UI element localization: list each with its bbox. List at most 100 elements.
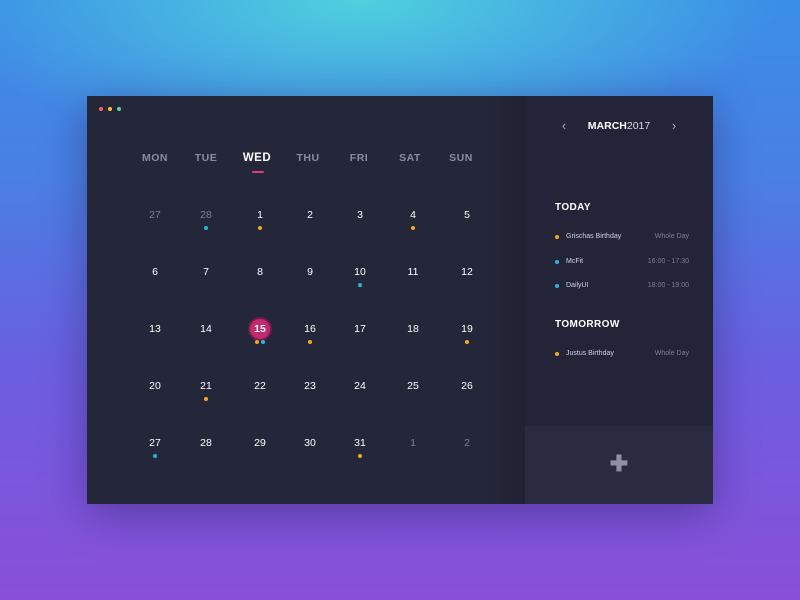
day-cell[interactable]: 27 (130, 429, 180, 459)
day-number: 22 (254, 380, 266, 392)
weekday-tue: TUE (194, 152, 218, 164)
day-cell[interactable]: 10 (335, 258, 385, 288)
day-number: 26 (461, 380, 473, 392)
orange-event-dot (308, 340, 312, 344)
day-cell[interactable]: 23 (285, 372, 335, 402)
day-cell[interactable]: 8 (235, 258, 285, 288)
day-number: 19 (461, 323, 473, 335)
day-number: 10 (354, 266, 366, 278)
day-number: 1 (410, 437, 416, 449)
day-number: 16 (304, 323, 316, 335)
day-cell[interactable]: 25 (388, 372, 438, 402)
day-cell[interactable]: 22 (235, 372, 285, 402)
tomorrow-section-title: TOMORROW (555, 319, 620, 330)
day-cell[interactable]: 6 (130, 258, 180, 288)
day-number: 2 (307, 209, 313, 221)
day-cell[interactable]: 7 (181, 258, 231, 288)
day-number: 7 (203, 266, 209, 278)
day-number: 27 (149, 437, 161, 449)
event-indicators (235, 340, 285, 344)
day-cell[interactable]: 16 (285, 315, 335, 345)
event-time: Whole Day (654, 350, 689, 357)
day-cell[interactable]: 11 (388, 258, 438, 288)
event-indicators (181, 397, 231, 401)
event-name: Justus Birthday (566, 350, 614, 357)
event-indicators (335, 454, 385, 458)
event-name: Grischas Birthday (566, 233, 622, 240)
day-cell[interactable]: 27 (130, 201, 180, 231)
day-number: 6 (152, 266, 158, 278)
orange-event-dot (204, 397, 208, 401)
month-grid-panel: MON TUE WED THU FRI SAT SUN 27 28 1 2 3 4 5 6 7 8 9 10 11 1… (87, 96, 525, 504)
day-cell[interactable]: 1 (388, 429, 438, 459)
day-cell[interactable]: 30 (285, 429, 335, 459)
month-navigation: ‹ MARCH2017 › (525, 118, 713, 134)
agenda-event[interactable]: Grischas Birthday Whole Day (555, 231, 689, 243)
event-indicators (285, 340, 335, 344)
day-number: 4 (410, 209, 416, 221)
weekday-fri: FRI (349, 152, 369, 164)
day-cell[interactable]: 21 (181, 372, 231, 402)
day-number: 11 (407, 266, 419, 278)
plus-icon: ✚ (609, 451, 629, 476)
agenda-event[interactable]: DailyUI 18:00 - 19:00 (555, 280, 689, 292)
event-name: McFit (566, 257, 584, 265)
agenda-event[interactable]: Justus Birthday Whole Day (555, 348, 689, 360)
weekday-mon: MON (142, 152, 168, 164)
month-year-label: MARCH2017 (525, 119, 713, 133)
event-indicators (181, 226, 231, 230)
chevron-right-icon[interactable]: › (666, 118, 682, 134)
today-section-title: TODAY (555, 202, 591, 213)
day-number: 17 (354, 323, 366, 335)
day-cell[interactable]: 9 (285, 258, 335, 288)
day-number: 31 (354, 437, 366, 449)
day-number: 9 (307, 266, 313, 278)
day-cell[interactable]: 1 (235, 201, 285, 231)
day-number: 1 (257, 209, 263, 221)
agenda-event[interactable]: McFit 16:00 - 17:30 (555, 256, 689, 268)
weekday-thu: THU (296, 152, 320, 164)
weekday-sat: SAT (399, 152, 421, 164)
day-cell[interactable]: 28 (181, 429, 231, 459)
calendar-window: MON TUE WED THU FRI SAT SUN 27 28 1 2 3 4 5 6 7 8 9 10 11 1… (87, 96, 713, 504)
day-number: 29 (254, 437, 266, 449)
event-indicators (388, 226, 438, 230)
orange-event-dot (358, 454, 362, 458)
day-number: 21 (200, 380, 212, 392)
day-cell[interactable]: 3 (335, 201, 385, 231)
day-cell-today[interactable]: 15 (235, 315, 285, 345)
orange-event-dot (258, 226, 262, 230)
day-number: 28 (200, 209, 212, 221)
day-cell[interactable]: 31 (335, 429, 385, 459)
day-number: 28 (200, 437, 212, 449)
day-number: 15 (250, 319, 270, 339)
weekday-wed: WED (242, 152, 272, 164)
day-cell[interactable]: 2 (285, 201, 335, 231)
event-name: DailyUI (566, 282, 589, 289)
day-number: 24 (354, 380, 366, 392)
day-cell[interactable]: 20 (130, 372, 180, 402)
day-cell[interactable]: 18 (388, 315, 438, 345)
orange-event-dot (555, 352, 559, 356)
day-cell[interactable]: 14 (181, 315, 231, 345)
event-indicators (235, 226, 285, 230)
day-number: 27 (149, 209, 161, 221)
cyan-event-dot (204, 226, 208, 230)
day-cell[interactable]: 24 (335, 372, 385, 402)
add-event-button[interactable]: ✚ (525, 426, 713, 504)
event-indicators (335, 283, 385, 287)
day-cell[interactable]: 17 (335, 315, 385, 345)
day-cell[interactable]: 13 (130, 315, 180, 345)
year-value: 2017 (626, 120, 651, 132)
day-cell[interactable]: 28 (181, 201, 231, 231)
day-number: 30 (304, 437, 316, 449)
day-number: 12 (461, 266, 473, 278)
event-time: 16:00 - 17:30 (647, 257, 689, 265)
panel-divider (485, 96, 525, 504)
day-cell[interactable]: 4 (388, 201, 438, 231)
day-cell[interactable]: 29 (235, 429, 285, 459)
month-name: MARCH (587, 120, 627, 132)
day-number: 25 (407, 380, 419, 392)
day-number: 23 (304, 380, 316, 392)
weekday-header: MON TUE WED THU FRI SAT SUN (130, 152, 535, 172)
